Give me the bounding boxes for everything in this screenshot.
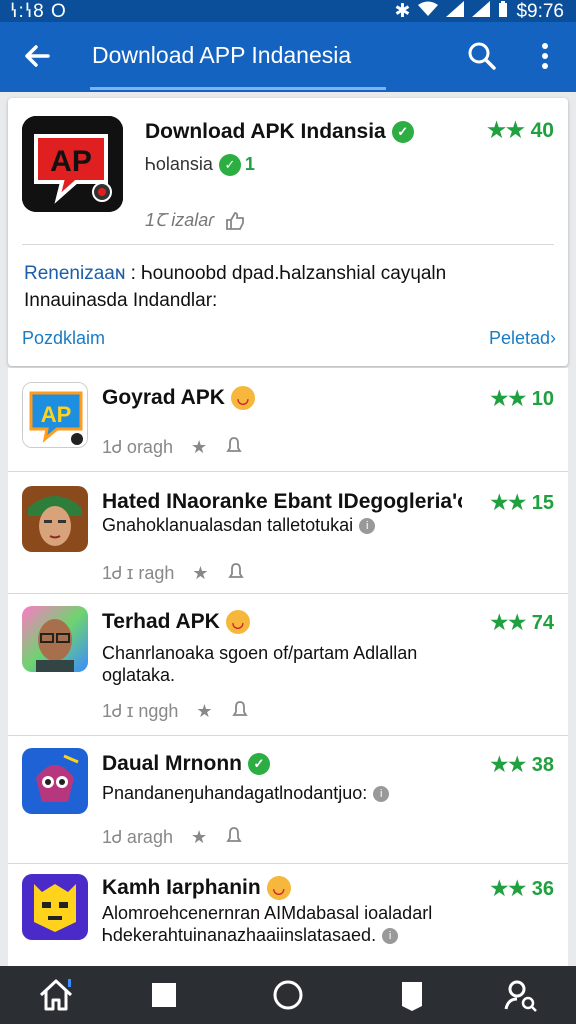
info-icon: i xyxy=(359,518,376,535)
app-meta: 1Ꮷ ɪ nggh ★ xyxy=(102,700,249,723)
battery-icon xyxy=(498,0,508,23)
bell-icon xyxy=(225,826,243,849)
app-name: Kamh Iarphanin ◡ xyxy=(102,876,291,901)
app-rating: ★★ 10 xyxy=(490,388,554,410)
signal-icon-2 xyxy=(472,0,491,23)
back-arrow-icon[interactable] xyxy=(18,36,58,76)
featured-app-rating: ★★ 40 xyxy=(487,119,554,142)
system-nav-bar xyxy=(0,966,576,1024)
featured-link-left[interactable]: Pozdklaim xyxy=(22,328,105,349)
bluetooth-icon: ✱ xyxy=(394,1,411,22)
list-item[interactable]: Terhad APK ◡ Chanrlanoaka sgoen of/partam… xyxy=(8,594,568,736)
featured-app-card[interactable]: AP Download APK Indansia ✓ Ꮒolansia ✓ 1 ★★ … xyxy=(8,98,568,366)
divider xyxy=(22,244,554,245)
app-rating: ★★ 36 xyxy=(490,878,554,900)
app-meta: 1Ꮷ oragh ★ xyxy=(102,436,243,459)
star-icon: ★ xyxy=(190,437,208,457)
app-icon[interactable] xyxy=(22,606,88,672)
app-description: Alomroehcenernran AIMdabasal ioaladarl Ꮒ… xyxy=(102,903,433,945)
bell-icon xyxy=(225,436,243,459)
app-meta: 1Ꮷ ɪ ragh ★ xyxy=(102,562,245,585)
status-icons: ✱ $9:76 xyxy=(395,0,564,23)
app-name: Hated INaoranke Ebant IDegogleria'ol xyxy=(102,490,462,513)
info-icon: i xyxy=(373,786,390,803)
bookmark-icon[interactable] xyxy=(392,975,432,1015)
app-icon[interactable] xyxy=(22,874,88,940)
page-title: Download APP Indanesia xyxy=(92,42,352,68)
list-item[interactable]: Hated INaoranke Ebant IDegogleria'ol Gna… xyxy=(8,472,568,594)
verified-icon: ✓ xyxy=(218,154,241,177)
app-bar: Download APP Indanesia xyxy=(0,22,576,92)
app-name: Terhad APK ◡ xyxy=(102,610,250,635)
verified-icon: ✓ xyxy=(248,753,270,776)
person-search-icon[interactable] xyxy=(500,975,540,1015)
star-icon: ★ xyxy=(192,563,209,583)
featured-link-right[interactable]: Peletad› xyxy=(489,328,556,349)
app-description: Gnahoklanualasdan talletotukai i xyxy=(102,514,462,536)
app-icon[interactable] xyxy=(22,748,88,814)
app-rating: ★★ 38 xyxy=(490,754,554,776)
star-icon: ★ xyxy=(196,701,213,721)
bell-icon xyxy=(231,700,249,723)
app-rating: ★★ 74 xyxy=(490,612,554,634)
svg-text:AP: AP xyxy=(50,145,92,178)
featured-app-description: Renenizaaɴ : Ꮒounoobd dpad.Ꮒalzanshial c… xyxy=(24,263,447,311)
thumb-up-icon xyxy=(226,212,245,231)
status-time-right: $9:76 xyxy=(516,0,564,22)
emoji-icon: ◡ xyxy=(266,876,291,901)
wifi-icon xyxy=(418,1,439,23)
emoji-icon: ◡ xyxy=(230,386,255,411)
emoji-icon: ◡ xyxy=(225,610,250,635)
app-name: Daual Mrnonn ✓ xyxy=(102,752,270,776)
info-icon: i xyxy=(382,928,399,945)
app-rating: ★★ 15 xyxy=(490,492,554,514)
app-list: AP Goyrad APK ◡ ★★ 10 1Ꮷ oragh ★ Hated I… xyxy=(8,368,568,966)
tab-indicator xyxy=(90,87,386,90)
status-bar: ꝇ:ꝇ8 O ✱ $9:76 xyxy=(0,0,576,22)
bell-icon xyxy=(227,562,245,585)
app-name: Goyrad APK ◡ xyxy=(102,386,255,411)
featured-app-meta: 1Ꞇ izalaɾ xyxy=(145,208,245,232)
app-icon[interactable] xyxy=(22,486,88,552)
app-meta: 1Ꮷ aragh ★ xyxy=(102,826,243,849)
featured-app-icon[interactable]: AP xyxy=(22,116,123,212)
circle-home-icon[interactable] xyxy=(268,975,308,1015)
home-icon[interactable] xyxy=(36,975,76,1015)
featured-app-title: Download APK Indansia ✓ xyxy=(145,120,414,144)
more-vert-icon[interactable] xyxy=(528,36,562,76)
developer-badge-count: 1 xyxy=(244,154,255,174)
list-item[interactable]: AP Goyrad APK ◡ ★★ 10 1Ꮷ oragh ★ xyxy=(8,368,568,472)
app-icon[interactable]: AP xyxy=(22,382,88,448)
verified-icon: ✓ xyxy=(391,121,414,144)
svg-text:AP: AP xyxy=(41,402,72,427)
list-item[interactable]: Daual Mrnonn ✓ Pnandaneŋuhandagatlnodantj… xyxy=(8,736,568,864)
list-item[interactable]: Kamh Iarphanin ◡ Alomroehcenernran AIMdab… xyxy=(8,864,568,966)
app-description: Pnandaneŋuhandagatlnodantjuo: i xyxy=(102,782,462,804)
star-icon: ★ xyxy=(190,827,208,847)
chevron-right-icon: › xyxy=(550,328,556,348)
search-icon[interactable] xyxy=(462,36,502,76)
app-description: Chanrlanoaka sgoen of/partam Adlallan og… xyxy=(102,643,418,685)
featured-app-developer: Ꮒolansia ✓ 1 xyxy=(145,154,255,177)
signal-icon xyxy=(446,0,465,23)
status-time-left: ꝇ:ꝇ8 O xyxy=(10,1,67,22)
recents-icon[interactable] xyxy=(144,975,184,1015)
